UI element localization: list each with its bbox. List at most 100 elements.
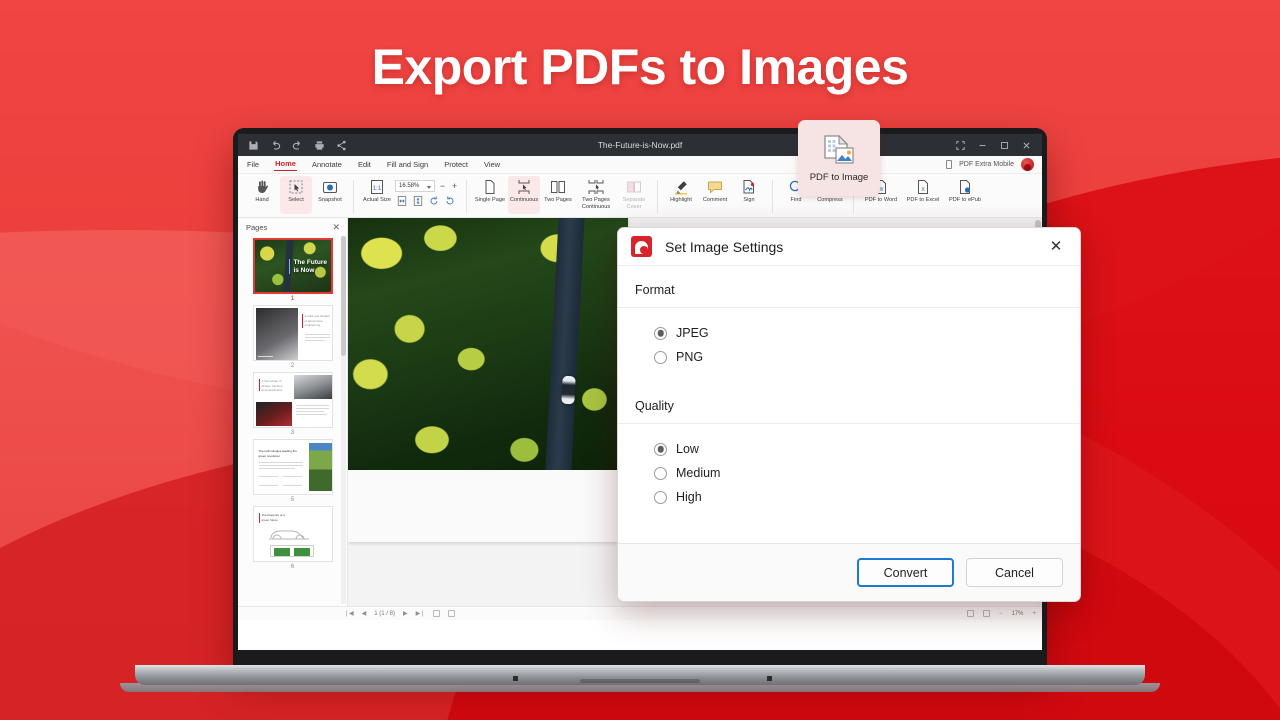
tool-select[interactable]: Select <box>280 176 312 214</box>
dialog-footer: Convert Cancel <box>618 543 1080 601</box>
actual-size-label: Actual Size <box>360 197 394 204</box>
pdf-to-excel-icon: X <box>915 179 931 195</box>
page-fit-toggle-icon[interactable] <box>448 610 455 617</box>
last-page-button[interactable]: ▶❘ <box>416 610 426 617</box>
first-page-button[interactable]: ❘◀ <box>344 610 354 617</box>
pdf-to-image-button[interactable]: PDF to Image <box>798 120 880 196</box>
quality-option-high[interactable]: High <box>618 485 1080 509</box>
page-thumbnail-1[interactable]: The Futureis Now <box>253 238 333 294</box>
page-thumbnail-6[interactable]: The blueprint of a green future <box>253 506 333 562</box>
fullscreen-icon[interactable] <box>956 141 965 150</box>
layout-single-page[interactable]: Single Page <box>474 176 506 214</box>
tool-sign-label: Sign <box>732 197 766 204</box>
avatar[interactable] <box>1021 158 1034 171</box>
set-image-settings-dialog: Set Image Settings ✕ Format JPEG PNG Qua… <box>617 227 1081 602</box>
thumbnail-text: A bold new chapter of automotive enginee… <box>305 314 331 328</box>
menu-item-view[interactable]: View <box>483 159 501 171</box>
pages-panel-title: Pages <box>246 223 267 232</box>
cancel-button[interactable]: Cancel <box>966 558 1063 587</box>
dialog-close-icon[interactable]: ✕ <box>1044 235 1068 259</box>
next-page-button[interactable]: ▶ <box>403 610 408 617</box>
share-icon[interactable] <box>336 140 347 151</box>
quality-option-low[interactable]: Low <box>618 437 1080 461</box>
quality-options-group: Low Medium High <box>618 424 1080 522</box>
thumbnail-line <box>283 476 302 477</box>
tool-highlight[interactable]: Highlight <box>665 176 697 214</box>
document-hero-photo <box>348 218 628 470</box>
zoom-out-button[interactable]: − <box>438 181 447 191</box>
layout-two-pages[interactable]: Two Pages <box>542 176 574 214</box>
pages-panel-scrollbar-thumb[interactable] <box>341 236 346 356</box>
zoom-level-input[interactable]: 16.58% <box>395 180 435 192</box>
convert-pdf-to-excel[interactable]: X PDF to Excel <box>903 176 943 214</box>
radio-png[interactable] <box>654 351 667 364</box>
rotate-right-icon[interactable] <box>444 195 456 207</box>
format-options-group: JPEG PNG <box>618 308 1080 382</box>
window-controls <box>956 141 1036 150</box>
pages-thumbnail-list[interactable]: The Futureis Now 1 A bold new chapter of… <box>238 236 347 606</box>
fit-page-icon[interactable] <box>412 195 424 207</box>
quality-option-medium[interactable]: Medium <box>618 461 1080 485</box>
previous-page-button[interactable]: ◀ <box>362 610 367 617</box>
thumbnail-battery-cell <box>294 548 310 556</box>
layout-separate-cover[interactable]: Separate Cover <box>618 176 650 214</box>
page-view-toggle-icon[interactable] <box>433 610 440 617</box>
radio-low[interactable] <box>654 443 667 456</box>
save-icon[interactable] <box>248 140 259 151</box>
tool-hand[interactable]: Hand <box>246 176 278 214</box>
statusbar-zoom-out[interactable]: − <box>999 611 1003 617</box>
close-icon[interactable] <box>1022 141 1031 150</box>
pdf-to-image-label: PDF to Image <box>810 172 869 183</box>
thumbnail-line <box>305 337 330 338</box>
ribbon-divider <box>772 180 773 213</box>
redo-icon[interactable] <box>292 140 303 151</box>
thumbnail-line <box>259 476 278 477</box>
tool-sign[interactable]: Sign <box>733 176 765 214</box>
thumbnail-line <box>305 334 330 335</box>
radio-medium[interactable] <box>654 467 667 480</box>
continuous-icon <box>516 179 532 195</box>
convert-button[interactable]: Convert <box>857 558 954 587</box>
tool-comment[interactable]: Comment <box>699 176 731 214</box>
page-thumbnail-2[interactable]: A bold new chapter of automotive enginee… <box>253 305 333 361</box>
layout-two-pages-continuous-label: Two Pages Continuous <box>575 197 617 211</box>
statusbar-zoom-in[interactable]: + <box>1032 611 1036 617</box>
menu-item-protect[interactable]: Protect <box>443 159 469 171</box>
page-thumbnail-3[interactable]: A triumvirate of design, function and cl… <box>253 372 333 428</box>
undo-icon[interactable] <box>270 140 281 151</box>
tool-snapshot[interactable]: Snapshot <box>314 176 346 214</box>
continuous-view-icon[interactable] <box>983 610 990 617</box>
thumbnail-photo <box>309 443 332 491</box>
single-page-view-icon[interactable] <box>967 610 974 617</box>
layout-two-pages-continuous[interactable]: Two Pages Continuous <box>576 176 616 214</box>
rotate-left-icon[interactable] <box>428 195 440 207</box>
radio-jpeg[interactable] <box>654 327 667 340</box>
layout-continuous[interactable]: Continuous <box>508 176 540 214</box>
page-thumbnail-5[interactable]: The technologies leading the green revol… <box>253 439 333 495</box>
zoom-in-button[interactable]: + <box>450 181 459 191</box>
actual-size-button[interactable]: 1:1 Actual Size <box>361 176 393 214</box>
minimize-icon[interactable] <box>978 141 987 150</box>
convert-pdf-to-epub[interactable]: PDF to ePub <box>945 176 985 214</box>
ribbon-group-zoom: 1:1 Actual Size 16.58% − + <box>357 176 463 217</box>
radio-high[interactable] <box>654 491 667 504</box>
thumbnail-cover-title: The Futureis Now <box>289 259 327 275</box>
ribbon-divider <box>466 180 467 213</box>
menu-item-annotate[interactable]: Annotate <box>311 159 343 171</box>
svg-text:X: X <box>921 187 925 193</box>
menu-item-fill-and-sign[interactable]: Fill and Sign <box>386 159 429 171</box>
tool-hand-label: Hand <box>245 197 279 204</box>
layout-continuous-label: Continuous <box>507 197 541 204</box>
print-icon[interactable] <box>314 140 325 151</box>
fit-width-icon[interactable] <box>396 195 408 207</box>
format-option-png[interactable]: PNG <box>618 345 1080 369</box>
pages-panel-close-icon[interactable]: ✕ <box>332 223 340 232</box>
mobile-app-link[interactable]: PDF Extra Mobile <box>959 161 1014 168</box>
comment-icon <box>707 179 723 195</box>
laptop-base-dot <box>767 676 772 681</box>
menu-item-home[interactable]: Home <box>274 158 297 171</box>
maximize-icon[interactable] <box>1000 141 1009 150</box>
menu-item-edit[interactable]: Edit <box>357 159 372 171</box>
menu-item-file[interactable]: File <box>246 159 260 171</box>
format-option-jpeg[interactable]: JPEG <box>618 321 1080 345</box>
